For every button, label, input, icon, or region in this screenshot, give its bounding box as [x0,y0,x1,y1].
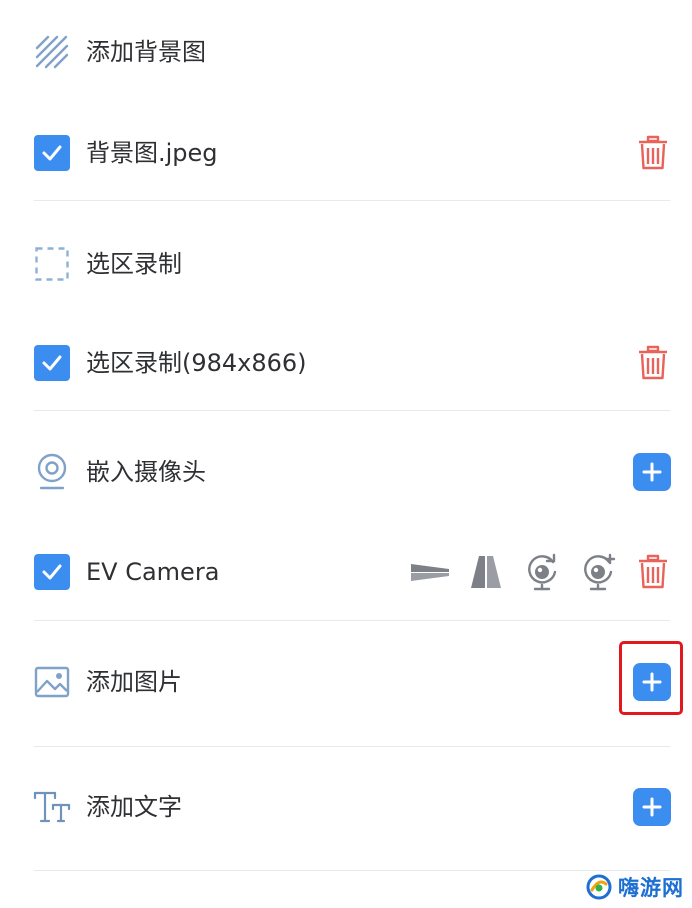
delete-camera-button[interactable] [636,553,670,591]
rotate-left-icon [528,553,557,591]
embed-camera-label: 嵌入摄像头 [86,458,206,486]
highlight-box [619,641,683,715]
image-icon [33,663,71,701]
divider [34,746,670,747]
flip-horizontal-button[interactable] [410,553,450,591]
divider [34,870,670,871]
background-hatch-icon [33,33,71,71]
add-background-label: 添加背景图 [86,38,206,66]
plus-icon [642,462,662,482]
dashed-selection-icon [33,245,71,283]
add-image-label: 添加图片 [86,668,182,696]
region-record-row[interactable]: 选区录制 [0,224,692,304]
add-image-row: 添加图片 [0,642,692,722]
checkmark-icon [34,554,70,590]
flip-vertical-icon [471,556,501,588]
flip-horizontal-icon [411,564,449,581]
divider [34,200,670,201]
add-camera-button[interactable] [633,453,671,491]
add-text-row: 添加文字 [0,767,692,847]
delete-background-button[interactable] [636,134,670,172]
embed-camera-row: 嵌入摄像头 [0,432,692,512]
divider [34,410,670,411]
region-record-item-label: 选区录制(984x866) [86,349,307,377]
rotate-left-button[interactable] [524,553,560,591]
background-file-checkbox[interactable] [33,134,71,172]
trash-icon [639,345,667,380]
plus-icon [642,797,662,817]
checkmark-icon [34,345,70,381]
checkmark-icon [34,135,70,171]
background-file-label: 背景图.jpeg [86,139,218,167]
ev-camera-row: EV Camera [0,532,692,612]
text-icon [33,788,71,826]
background-file-row: 背景图.jpeg [0,113,692,193]
region-record-checkbox[interactable] [33,344,71,382]
watermark-text: 嗨游网 [618,876,684,900]
add-text-label: 添加文字 [86,793,182,821]
divider [34,620,670,621]
rotate-right-icon [584,553,616,591]
flip-vertical-button[interactable] [470,553,502,591]
trash-icon [639,554,667,589]
ev-camera-label: EV Camera [86,558,220,586]
delete-region-button[interactable] [636,344,670,382]
webcam-icon [33,453,71,491]
add-text-button[interactable] [633,788,671,826]
add-background-row[interactable]: 添加背景图 [0,12,692,92]
ev-camera-checkbox[interactable] [33,553,71,591]
rotate-right-button[interactable] [580,553,616,591]
watermark: 嗨游网 [586,872,684,902]
region-record-label: 选区录制 [86,250,182,278]
source-panel: 添加背景图 背景图.jpeg 选区录制 选区录制(984x866) 嵌入摄像头 … [0,0,692,908]
region-record-item-row: 选区录制(984x866) [0,323,692,403]
trash-icon [639,135,667,170]
watermark-logo-icon [586,874,612,900]
